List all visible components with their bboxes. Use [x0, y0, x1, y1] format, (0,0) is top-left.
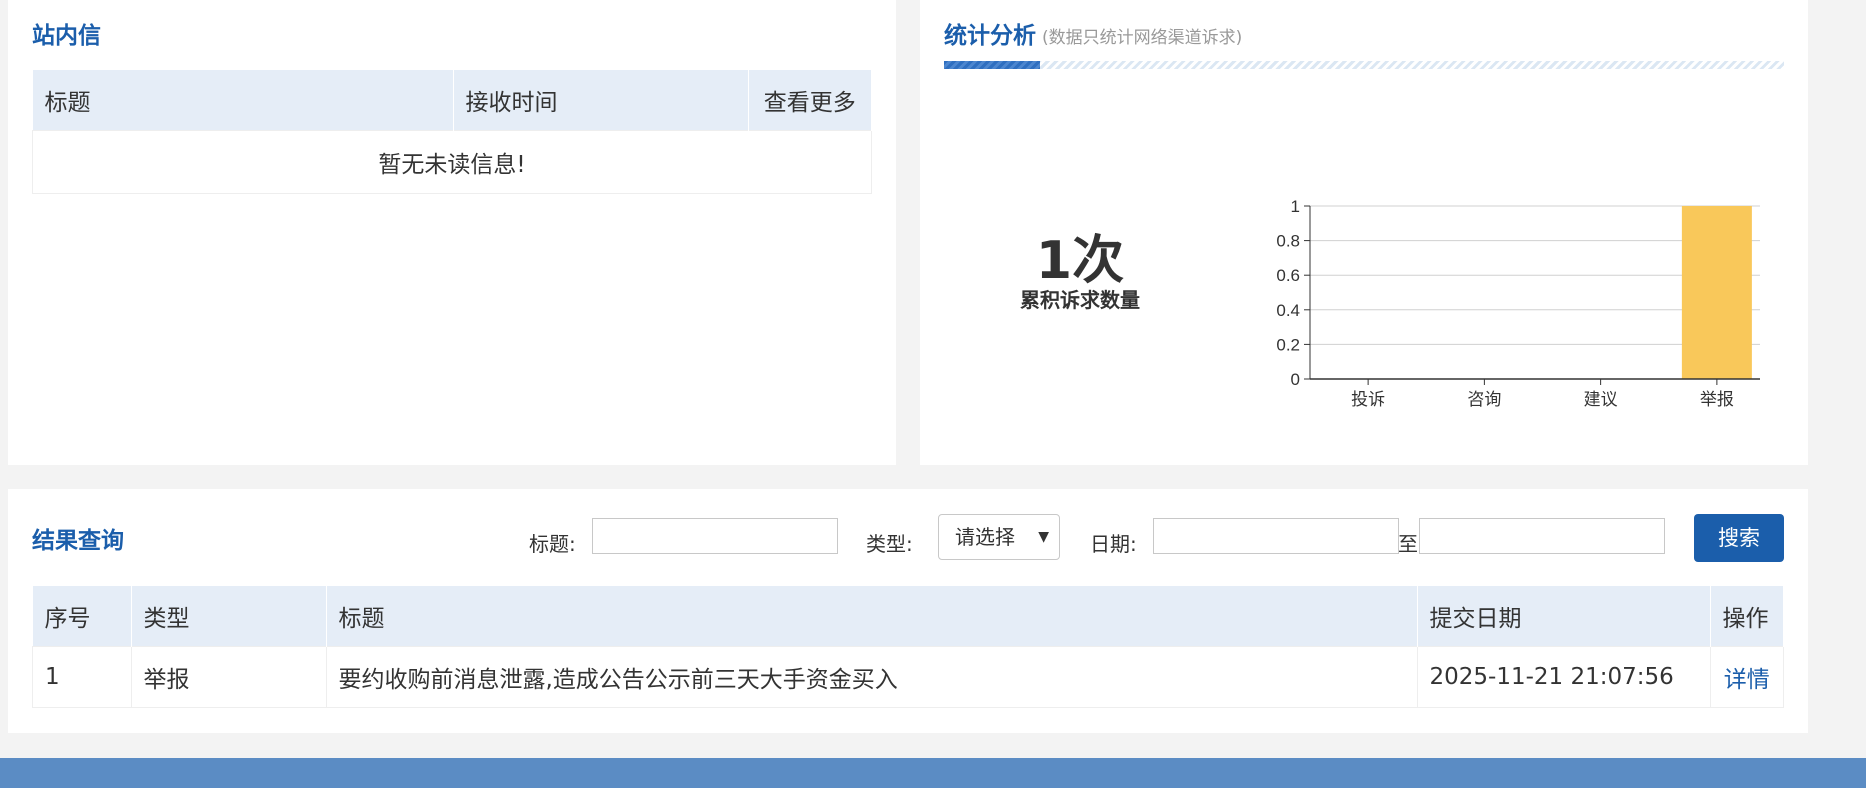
- col-submit-date: 提交日期: [1417, 586, 1711, 647]
- total-count: 1次: [1035, 231, 1125, 291]
- search-button[interactable]: 搜索: [1694, 514, 1784, 562]
- inbox-table: 标题 接收时间 查看更多 暂无未读信息!: [32, 70, 872, 194]
- query-title: 结果查询: [32, 528, 124, 554]
- col-seq: 序号: [32, 586, 132, 647]
- date-from-input[interactable]: [1153, 518, 1399, 554]
- results-table: 序号 类型 标题 提交日期 操作 1 举报 要约收购前消息泄露,造成公告公示前三…: [32, 586, 1784, 708]
- total-count-label: 累积诉求数量: [1020, 288, 1140, 312]
- footer-bar: [0, 758, 1866, 788]
- title-filter-input[interactable]: [592, 518, 838, 554]
- details-link[interactable]: 详情: [1709, 646, 1784, 708]
- view-more-link[interactable]: 查看更多: [748, 70, 872, 131]
- stats-subtitle: (数据只统计网络渠道诉求): [1042, 28, 1243, 48]
- chevron-down-icon: ▼: [1038, 529, 1049, 545]
- x-tick-label: 咨询: [1467, 390, 1501, 410]
- col-received-time: 接收时间: [453, 70, 749, 131]
- y-tick-label: 0.4: [1276, 301, 1300, 320]
- stats-title-text: 统计分析: [944, 23, 1036, 49]
- stats-divider: [944, 61, 1784, 69]
- col-title: 标题: [32, 70, 454, 131]
- date-range-separator: 至: [1398, 532, 1418, 556]
- y-tick-label: 0.8: [1276, 232, 1300, 251]
- y-tick-label: 1: [1291, 197, 1300, 216]
- row-type: 举报: [130, 646, 327, 708]
- x-tick-label: 举报: [1700, 390, 1734, 410]
- row-date: 2025-11-21 21:07:56: [1416, 646, 1711, 708]
- row-seq: 1: [32, 646, 132, 708]
- type-filter-selected: 请选择: [955, 525, 1015, 549]
- y-tick-label: 0: [1291, 370, 1300, 389]
- inbox-header-row: 标题 接收时间 查看更多: [32, 70, 872, 131]
- stats-divider-accent: [944, 61, 1040, 69]
- col-type: 类型: [131, 586, 327, 647]
- inbox-empty-row: 暂无未读信息!: [32, 130, 872, 194]
- query-panel: 结果查询 标题: 类型: 请选择 ▼ 日期: 至 搜索 序号 类型 标题 提交日…: [8, 489, 1808, 733]
- inbox-title: 站内信: [32, 23, 101, 49]
- date-to-input[interactable]: [1419, 518, 1665, 554]
- x-tick-label: 建议: [1584, 390, 1618, 410]
- table-row: 1 举报 要约收购前消息泄露,造成公告公示前三天大手资金买入 2025-11-2…: [32, 646, 1784, 708]
- stats-panel: 统计分析 (数据只统计网络渠道诉求) 1次 累积诉求数量 0 0.2 0.4 0.6 0.…: [920, 0, 1808, 465]
- inbox-empty-text: 暂无未读信息!: [32, 130, 872, 194]
- col-action: 操作: [1710, 586, 1784, 647]
- category-bar-chart: 0 0.2 0.4 0.6 0.8 1 投诉 咨询 建议 举报: [1276, 197, 1760, 410]
- y-tick-label: 0.2: [1276, 335, 1300, 354]
- inbox-panel: 站内信 标题 接收时间 查看更多 暂无未读信息!: [8, 0, 896, 465]
- bar-3: [1681, 206, 1752, 379]
- results-header-row: 序号 类型 标题 提交日期 操作: [32, 586, 1784, 647]
- col-title: 标题: [326, 586, 1418, 647]
- title-filter-label: 标题:: [529, 532, 576, 556]
- type-filter-select[interactable]: 请选择 ▼: [938, 514, 1060, 560]
- y-tick-label: 0.6: [1276, 266, 1300, 285]
- x-tick-label: 投诉: [1351, 390, 1385, 410]
- date-filter-label: 日期:: [1090, 532, 1137, 556]
- stats-title: 统计分析 (数据只统计网络渠道诉求): [944, 16, 1242, 50]
- row-title: 要约收购前消息泄露,造成公告公示前三天大手资金买入: [325, 646, 1418, 708]
- type-filter-label: 类型:: [866, 532, 913, 556]
